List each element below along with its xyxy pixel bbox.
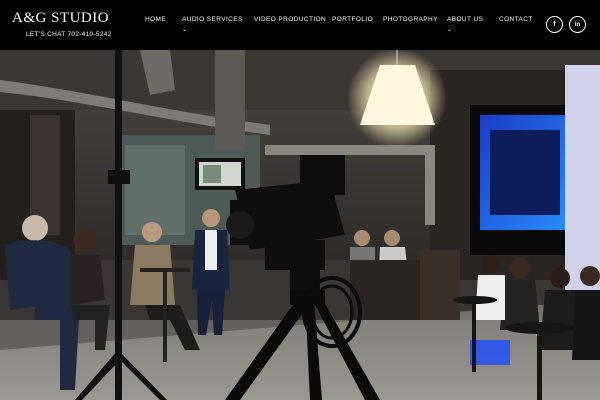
logo-phone[interactable]: LET'S CHAT 702-410-5242 (26, 31, 112, 38)
chevron-down-icon: ⌄ (182, 27, 188, 33)
nav-video-production[interactable]: VIDEO PRODUCTION (254, 16, 326, 23)
nav-photography[interactable]: PHOTOGRAPHY (383, 16, 438, 23)
chevron-down-icon: ⌄ (447, 27, 453, 33)
linkedin-glyph: in (574, 21, 581, 28)
nav-contact[interactable]: CONTACT (499, 16, 533, 23)
facebook-icon[interactable]: f (546, 16, 563, 33)
nav-audio-services[interactable]: AUDIO SERVICES ⌄ (182, 16, 243, 33)
hero-photo (0, 50, 600, 400)
site-header: A&G STUDIO LET'S CHAT 702-410-5242 HOME … (0, 0, 600, 50)
nav-portfolio[interactable]: PORTFOLIO (332, 16, 373, 23)
facebook-glyph: f (553, 21, 556, 28)
logo-title: A&G STUDIO (12, 10, 110, 26)
nav-home[interactable]: HOME (145, 16, 166, 23)
nav-about-us-label: ABOUT US (447, 16, 484, 23)
nav-audio-services-label: AUDIO SERVICES (182, 16, 243, 23)
nav-about-us[interactable]: ABOUT US ⌄ (447, 16, 484, 33)
studio-scene (0, 50, 600, 400)
linkedin-icon[interactable]: in (569, 16, 586, 33)
logo[interactable]: A&G STUDIO LET'S CHAT 702-410-5242 (12, 10, 112, 39)
